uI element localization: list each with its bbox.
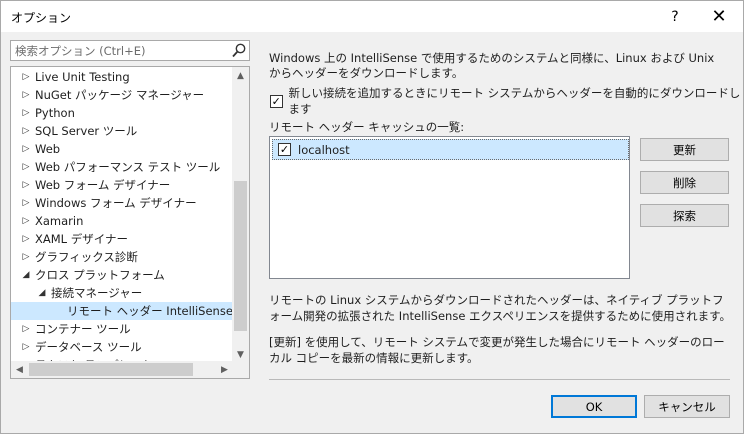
tree-item[interactable]: ▷ データベース ツール bbox=[11, 338, 233, 356]
tree-item-label: コンテナー ツール bbox=[35, 322, 131, 336]
collapsed-arrow-icon[interactable]: ▷ bbox=[21, 158, 31, 176]
delete-button[interactable]: 削除 bbox=[640, 171, 729, 194]
cache-item-label: localhost bbox=[298, 142, 350, 157]
collapsed-arrow-icon[interactable]: ▷ bbox=[21, 248, 31, 266]
footer-divider bbox=[269, 379, 730, 380]
expanded-arrow-icon[interactable]: ◢ bbox=[37, 284, 47, 302]
tree-item[interactable]: リモート ヘッダー IntelliSense マネ- bbox=[11, 302, 233, 320]
refresh-button[interactable]: 更新 bbox=[640, 138, 729, 161]
tree-item-label: リモート ヘッダー IntelliSense マネ- bbox=[67, 304, 233, 318]
tree-item-label: クロス プラットフォーム bbox=[35, 268, 165, 282]
tree-item-label: XAML デザイナー bbox=[35, 232, 128, 246]
tree-rows: ▷ Live Unit Testing ▷ NuGet パッケージ マネージャー ▷ Py… bbox=[11, 67, 233, 363]
tree-item[interactable]: ▷ SQL Server ツール bbox=[11, 122, 233, 140]
options-tree[interactable]: ▷ Live Unit Testing ▷ NuGet パッケージ マネージャー ▷ Py… bbox=[10, 66, 250, 379]
title-bar: オプション ? ✕ bbox=[1, 1, 743, 32]
collapsed-arrow-icon[interactable]: ▷ bbox=[21, 140, 31, 158]
cache-item-checkbox[interactable]: ✓ bbox=[278, 143, 291, 156]
scroll-corner bbox=[232, 361, 249, 378]
info-text-intellisense: リモートの Linux システムからダウンロードされたヘッダーは、ネイティブ プ… bbox=[269, 293, 732, 323]
tree-item-label: SQL Server ツール bbox=[35, 124, 138, 138]
collapsed-arrow-icon[interactable]: ▷ bbox=[21, 176, 31, 194]
collapsed-arrow-icon[interactable]: ▷ bbox=[21, 212, 31, 230]
tree-item-label: データベース ツール bbox=[35, 340, 142, 354]
tree-item[interactable]: ▷ Windows フォーム デザイナー bbox=[11, 194, 233, 212]
collapsed-arrow-icon[interactable]: ▷ bbox=[21, 194, 31, 212]
tree-item-label: NuGet パッケージ マネージャー bbox=[35, 88, 205, 102]
collapsed-arrow-icon[interactable]: ▷ bbox=[21, 320, 31, 338]
page-description: Windows 上の IntelliSense で使用するためのシステムと同様に… bbox=[269, 51, 715, 80]
tree-item-label: 接続マネージャー bbox=[51, 286, 143, 300]
search-icon[interactable] bbox=[231, 42, 247, 59]
help-button[interactable]: ? bbox=[655, 1, 695, 32]
collapsed-arrow-icon[interactable]: ▷ bbox=[21, 122, 31, 140]
collapsed-arrow-icon[interactable]: ▷ bbox=[21, 338, 31, 356]
expanded-arrow-icon[interactable]: ◢ bbox=[21, 266, 31, 284]
horizontal-scroll-thumb[interactable] bbox=[29, 363, 193, 376]
collapsed-arrow-icon[interactable]: ▷ bbox=[21, 86, 31, 104]
search-input[interactable] bbox=[11, 41, 221, 60]
remote-header-cache-list[interactable]: ✓ localhost bbox=[269, 136, 630, 279]
collapsed-arrow-icon[interactable]: ▷ bbox=[21, 230, 31, 248]
auto-download-option[interactable]: ✓ 新しい接続を追加するときにリモート システムからヘッダーを自動的にダウンロー… bbox=[270, 86, 743, 116]
tree-item[interactable]: ▷ XAML デザイナー bbox=[11, 230, 233, 248]
scroll-right-arrow-icon[interactable]: ▶ bbox=[216, 361, 233, 378]
collapsed-arrow-icon[interactable]: ▷ bbox=[21, 68, 31, 86]
tree-item[interactable]: ▷ Live Unit Testing bbox=[11, 68, 233, 86]
tree-item[interactable]: ▷ グラフィックス診断 bbox=[11, 248, 233, 266]
tree-item[interactable]: ▷ NuGet パッケージ マネージャー bbox=[11, 86, 233, 104]
cache-list-label: リモート ヘッダー キャッシュの一覧: bbox=[269, 120, 465, 134]
vertical-scroll-thumb[interactable] bbox=[234, 181, 247, 331]
window-title: オプション bbox=[11, 11, 72, 25]
tree-item[interactable]: ▷ Web パフォーマンス テスト ツール bbox=[11, 158, 233, 176]
tree-item-label: Windows フォーム デザイナー bbox=[35, 196, 197, 210]
tree-item[interactable]: ▷ Xamarin bbox=[11, 212, 233, 230]
info-text-update: [更新] を使用して、リモート システムで変更が発生した場合にリモート ヘッダー… bbox=[269, 335, 725, 365]
auto-download-checkbox[interactable]: ✓ bbox=[270, 94, 283, 108]
tree-item[interactable]: ▷ Python bbox=[11, 104, 233, 122]
tree-vertical-scrollbar[interactable]: ▲ ▼ bbox=[232, 67, 249, 363]
tree-item[interactable]: ◢ 接続マネージャー bbox=[11, 284, 233, 302]
tree-item-label: グラフィックス診断 bbox=[35, 250, 138, 264]
tree-item[interactable]: ◢ クロス プラットフォーム bbox=[11, 266, 233, 284]
auto-download-label[interactable]: 新しい接続を追加するときにリモート システムからヘッダーを自動的にダウンロードし… bbox=[289, 85, 743, 117]
tree-item[interactable]: ▷ Web bbox=[11, 140, 233, 158]
tree-item-label: Web bbox=[35, 142, 61, 156]
collapsed-arrow-icon[interactable]: ▷ bbox=[21, 104, 31, 122]
tree-item[interactable]: ▷ コンテナー ツール bbox=[11, 320, 233, 338]
cache-list-item[interactable]: ✓ localhost bbox=[272, 139, 629, 160]
tree-item-label: Xamarin bbox=[35, 214, 84, 228]
ok-button[interactable]: OK bbox=[551, 395, 637, 418]
options-dialog: オプション ? ✕ ▷ Live Unit Testing ▷ NuGet パッケージ… bbox=[0, 0, 744, 434]
close-button[interactable]: ✕ bbox=[699, 1, 739, 32]
scroll-left-arrow-icon[interactable]: ◀ bbox=[11, 361, 28, 378]
tree-horizontal-scrollbar[interactable]: ◀ ▶ bbox=[11, 361, 233, 378]
scroll-up-arrow-icon[interactable]: ▲ bbox=[232, 67, 249, 84]
explore-button[interactable]: 探索 bbox=[640, 204, 729, 227]
tree-item-label: Python bbox=[35, 106, 75, 120]
tree-item-label: Live Unit Testing bbox=[35, 70, 130, 84]
cancel-button[interactable]: キャンセル bbox=[644, 395, 730, 418]
tree-item-label: Web パフォーマンス テスト ツール bbox=[35, 160, 221, 174]
search-box[interactable] bbox=[10, 40, 250, 61]
tree-item-label: Web フォーム デザイナー bbox=[35, 178, 171, 192]
tree-item[interactable]: ▷ Web フォーム デザイナー bbox=[11, 176, 233, 194]
